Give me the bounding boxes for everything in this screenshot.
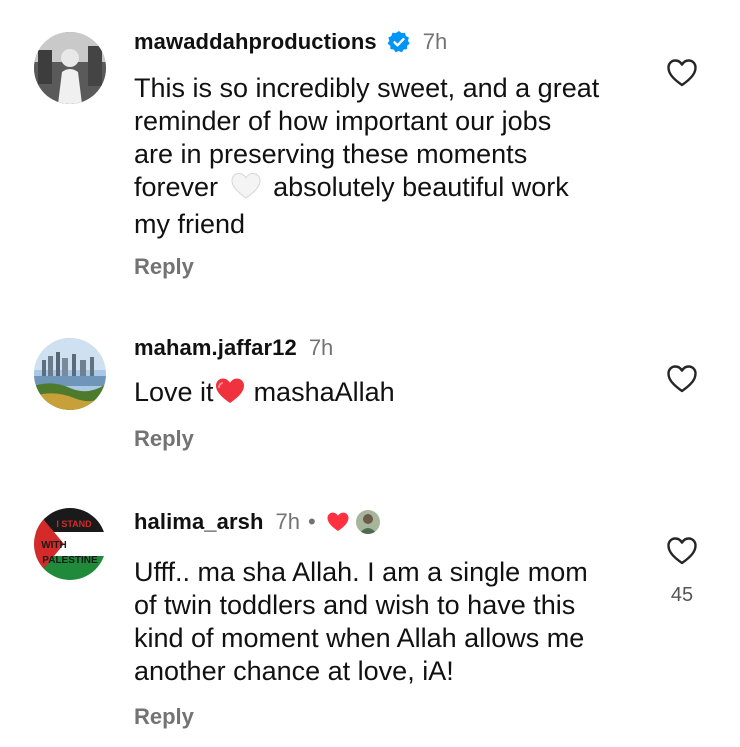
svg-text:PALESTINE: PALESTINE — [42, 555, 98, 566]
like-count: 45 — [670, 584, 694, 606]
comment-line: kind of moment when Allah allows me — [134, 623, 585, 653]
comment-3: I STAND WITH PALESTINE halima_arsh 7h • — [0, 0, 740, 747]
svg-text:WITH: WITH — [41, 540, 67, 551]
username[interactable]: halima_arsh — [134, 509, 264, 535]
red-heart-icon — [326, 511, 350, 533]
comment-line: Ufff.. ma sha Allah. I am a single mom — [134, 557, 588, 587]
comment-line: of twin toddlers and wish to have this — [134, 590, 576, 620]
comment-header: halima_arsh 7h • — [134, 507, 380, 537]
creator-liked-badge — [326, 510, 380, 534]
comment-line: another chance at love, iA! — [134, 656, 454, 686]
separator: • — [308, 509, 316, 534]
svg-text:I STAND: I STAND — [56, 519, 92, 529]
comment-text: Ufff.. ma sha Allah. I am a single mom o… — [134, 556, 634, 688]
creator-avatar — [355, 510, 380, 534]
like-heart-icon[interactable] — [666, 536, 698, 566]
avatar[interactable]: I STAND WITH PALESTINE — [34, 508, 106, 580]
reply-button[interactable]: Reply — [134, 704, 194, 730]
timestamp: 7h — [275, 509, 300, 534]
